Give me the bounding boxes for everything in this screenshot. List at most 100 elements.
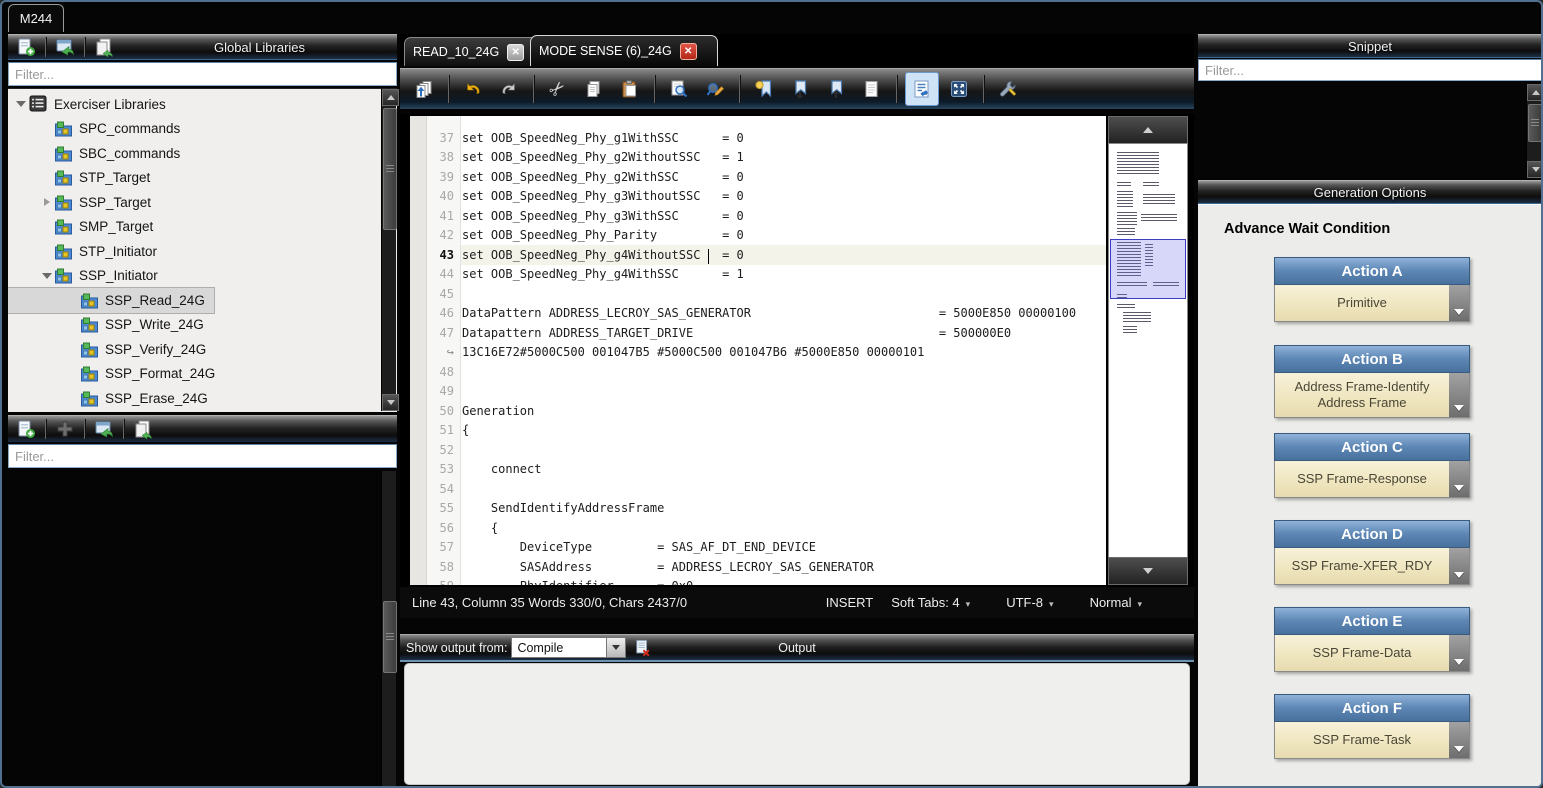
chevron-down-icon[interactable]	[1449, 373, 1469, 417]
action-select[interactable]: SSP Frame-Data	[1274, 635, 1470, 672]
code-line[interactable]: 52	[410, 440, 1106, 460]
next-bookmark-button[interactable]	[784, 73, 816, 105]
code-text-area[interactable]: 37set OOB_SpeedNeg_Phy_g1WithSSC = 038se…	[410, 116, 1106, 585]
chevron-down-icon[interactable]	[607, 637, 626, 658]
code-line[interactable]: 56 {	[410, 518, 1106, 538]
redo-button[interactable]	[493, 73, 525, 105]
expander-closed-icon[interactable]	[40, 196, 54, 208]
tree-item-stp-target[interactable]: STP_Target	[8, 166, 159, 191]
scroll-thumb[interactable]	[383, 108, 397, 230]
code-line[interactable]: 58 SASAddress = ADDRESS_LECROY_SAS_GENER…	[410, 557, 1106, 577]
global-filter-input[interactable]	[8, 62, 397, 86]
map-viewport-indicator[interactable]	[1110, 239, 1186, 299]
code-line[interactable]: 47Datapattern ADDRESS_TARGET_DRIVE = 500…	[410, 323, 1106, 343]
word-wrap-button[interactable]	[905, 72, 939, 106]
project-tree-scrollbar[interactable]	[381, 471, 396, 786]
code-line[interactable]: 59 PhyIdentifier = 0x0	[410, 577, 1106, 586]
code-line[interactable]: 50Generation	[410, 401, 1106, 421]
tree-item-ssp-write-24g[interactable]: SSP_Write_24G	[8, 313, 213, 338]
copy-button[interactable]	[578, 73, 610, 105]
add-library-button[interactable]	[51, 417, 79, 441]
scroll-down-icon[interactable]	[1527, 161, 1543, 178]
encoding-dropdown[interactable]: UTF-8▾	[1006, 595, 1053, 610]
tree-item-smp-target[interactable]: SMP_Target	[8, 215, 162, 240]
tree-item-exerciser-libraries[interactable]: Exerciser Libraries	[8, 92, 175, 117]
scroll-down-icon[interactable]	[1108, 557, 1188, 585]
tree-item-ssp-initiator[interactable]: SSP_Initiator	[8, 264, 167, 289]
tree-item-ssp-erase-24g[interactable]: SSP_Erase_24G	[8, 386, 217, 411]
code-line[interactable]: 42set OOB_SpeedNeg_Phy_Parity = 0	[410, 226, 1106, 246]
action-select[interactable]: SSP Frame-XFER_RDY	[1274, 548, 1470, 585]
global-tree-scrollbar[interactable]	[381, 89, 396, 411]
code-line[interactable]: 41set OOB_SpeedNeg_Phy_g3WithSSC = 0	[410, 206, 1106, 226]
tab-read-10-24g[interactable]: READ_10_24G ✕	[404, 37, 544, 66]
code-line[interactable]: 37set OOB_SpeedNeg_Phy_g1WithSSC = 0	[410, 128, 1106, 148]
undo-button[interactable]	[457, 73, 489, 105]
action-select[interactable]: Address Frame-Identify Address Frame	[1274, 373, 1470, 418]
chevron-down-icon[interactable]	[1449, 461, 1469, 497]
tree-item-stp-initiator[interactable]: STP_Initiator	[8, 239, 166, 264]
code-line[interactable]: 48	[410, 362, 1106, 382]
find-replace-button[interactable]	[699, 73, 731, 105]
code-line[interactable]: 53 connect	[410, 460, 1106, 480]
toggle-bookmark-button[interactable]	[748, 73, 780, 105]
snippet-tree-scrollbar[interactable]	[1526, 84, 1541, 178]
tree-item-ssp-read-24g[interactable]: SSP_Read_24G	[8, 288, 214, 313]
chevron-down-icon[interactable]	[1449, 635, 1469, 671]
tree-item-ssp-target[interactable]: SSP_Target	[8, 190, 160, 215]
scroll-up-icon[interactable]	[1527, 84, 1543, 101]
find-button[interactable]	[663, 73, 695, 105]
scroll-thumb[interactable]	[1528, 104, 1542, 142]
document-map-scrollbar[interactable]	[1108, 116, 1186, 585]
code-line[interactable]: 49	[410, 382, 1106, 402]
window-title-tab[interactable]: M244	[8, 4, 64, 32]
code-line[interactable]: 40set OOB_SpeedNeg_Phy_g3WithoutSSC = 0	[410, 187, 1106, 207]
output-source-select[interactable]: Compile	[511, 637, 626, 658]
chevron-down-icon[interactable]	[1449, 285, 1469, 321]
code-line[interactable]: 44set OOB_SpeedNeg_Phy_g4WithSSC = 1	[410, 265, 1106, 285]
scroll-thumb[interactable]	[383, 601, 397, 673]
new-item-button[interactable]	[12, 417, 40, 441]
new-library-button[interactable]	[12, 35, 40, 59]
tree-item-spc-commands[interactable]: SPC_commands	[8, 117, 189, 142]
scroll-up-icon[interactable]	[1108, 116, 1188, 144]
close-tab-icon[interactable]: ✕	[507, 44, 524, 61]
snippet-filter-input[interactable]	[1198, 59, 1542, 81]
action-select[interactable]: SSP Frame-Response	[1274, 461, 1470, 498]
project-filter-input[interactable]	[8, 444, 397, 468]
clear-bookmarks-button[interactable]	[856, 73, 888, 105]
tree-item-ssp-verify-24g[interactable]: SSP_Verify_24G	[8, 337, 215, 362]
code-line[interactable]: 54	[410, 479, 1106, 499]
action-select[interactable]: Primitive	[1274, 285, 1470, 322]
code-line[interactable]: 39set OOB_SpeedNeg_Phy_g2WithSSC = 0	[410, 167, 1106, 187]
action-select[interactable]: SSP Frame-Task	[1274, 722, 1470, 759]
soft-tabs-dropdown[interactable]: Soft Tabs: 4▾	[891, 595, 970, 610]
code-line[interactable]: 55 SendIdentifyAddressFrame	[410, 499, 1106, 519]
code-line[interactable]: 51{	[410, 421, 1106, 441]
cut-button[interactable]: ✂	[542, 73, 574, 105]
scroll-down-icon[interactable]	[382, 394, 399, 411]
scroll-up-icon[interactable]	[382, 89, 399, 106]
edit-mode-dropdown[interactable]: Normal▾	[1090, 595, 1142, 610]
expander-open-icon[interactable]	[40, 270, 54, 282]
code-line[interactable]: 46DataPattern ADDRESS_LECROY_SAS_GENERAT…	[410, 304, 1106, 324]
code-line[interactable]: 45	[410, 284, 1106, 304]
settings-button[interactable]	[992, 73, 1024, 105]
code-line-current[interactable]: 43set OOB_SpeedNeg_Phy_g4WithoutSSC = 0	[410, 245, 1106, 265]
close-tab-icon[interactable]: ✕	[680, 43, 697, 60]
tree-item-sbc-commands[interactable]: SBC_commands	[8, 141, 189, 166]
code-line[interactable]: 57 DeviceType = SAS_AF_DT_END_DEVICE	[410, 538, 1106, 558]
clear-output-icon[interactable]	[634, 639, 652, 657]
tab-mode-sense-6-24g[interactable]: MODE SENSE (6)_24G ✕	[530, 35, 718, 66]
chevron-down-icon[interactable]	[1449, 548, 1469, 584]
import-library-button[interactable]	[90, 417, 118, 441]
tree-item-ssp-format-24g[interactable]: SSP_Format_24G	[8, 362, 224, 387]
output-panel-body[interactable]	[404, 663, 1190, 785]
document-map[interactable]	[1108, 143, 1188, 560]
export-button[interactable]	[408, 73, 440, 105]
save-all-libraries-button[interactable]	[129, 417, 157, 441]
expander-open-icon[interactable]	[14, 98, 28, 110]
paste-button[interactable]	[614, 73, 646, 105]
code-line[interactable]: ↪13C16E72#5000C500 001047B5 #5000C500 00…	[410, 343, 1106, 363]
chevron-down-icon[interactable]	[1449, 722, 1469, 758]
